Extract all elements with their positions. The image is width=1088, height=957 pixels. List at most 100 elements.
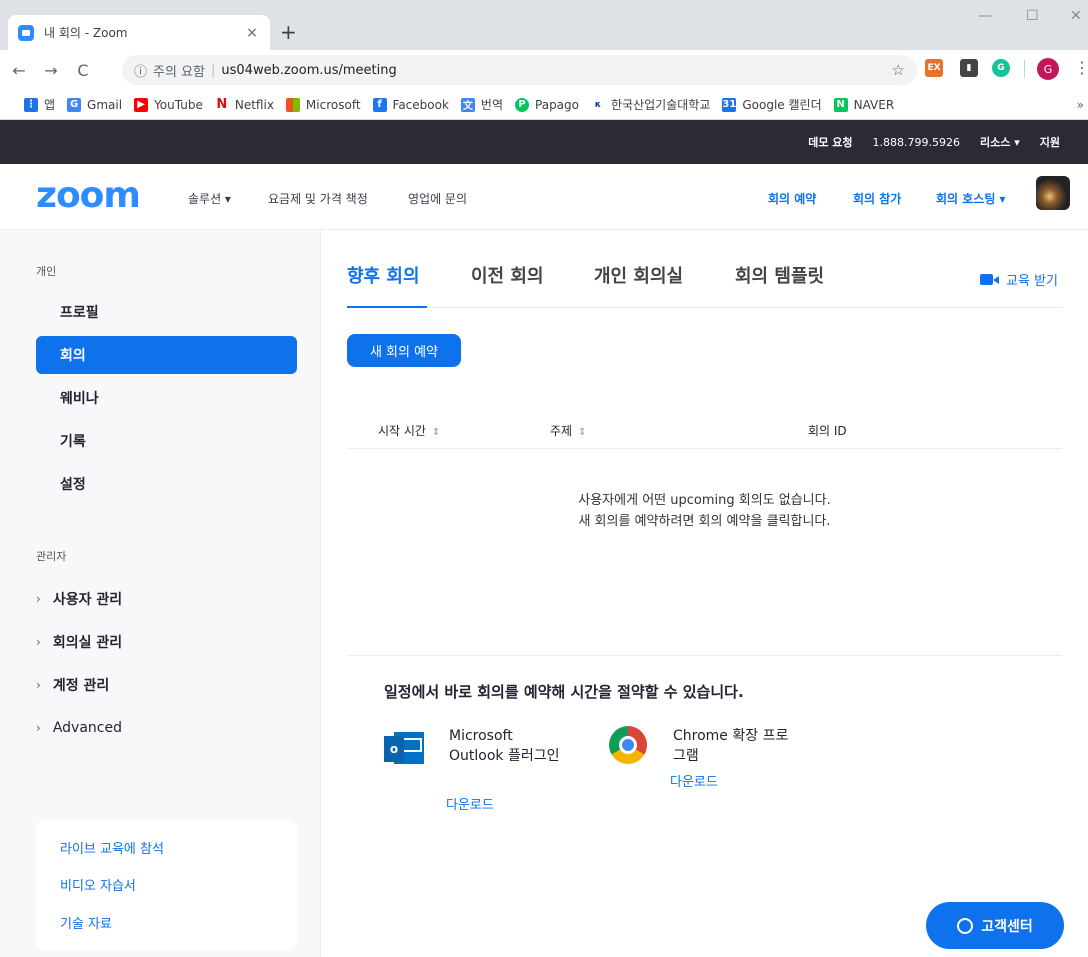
sidebar-item-room-management[interactable]: › 회의실 관리	[36, 630, 122, 654]
pricing-link[interactable]: 요금제 및 가격 책정	[268, 190, 368, 207]
join-meeting-link[interactable]: 회의 참가	[853, 190, 901, 207]
column-topic[interactable]: 주제 ⇕	[550, 422, 586, 439]
bookmark-calendar[interactable]: 31 Google 캘린더	[722, 96, 822, 113]
zoom-logo[interactable]: zoom	[36, 178, 141, 214]
chevron-right-icon: ›	[36, 635, 41, 649]
apps-grid-icon: ⋮	[24, 97, 38, 112]
sort-icon: ⇕	[431, 427, 441, 438]
maximize-icon[interactable]: ☐	[1026, 8, 1039, 24]
bookmark-label: NAVER	[853, 97, 895, 112]
new-tab-button[interactable]: +	[280, 22, 297, 42]
browser-tab-strip: 내 회의 - Zoom × + — ☐ ✕	[0, 0, 1088, 50]
tab-templates[interactable]: 회의 템플릿	[735, 262, 824, 288]
resources-menu[interactable]: 리소스 ▾	[980, 134, 1020, 150]
bookmark-youtube[interactable]: ▶ YouTube	[134, 97, 203, 112]
address-bar[interactable]: ⓘ 주의 요함 | us04web.zoom.us/meeting ☆	[122, 55, 917, 85]
menu-dots-icon[interactable]: ⋮	[1074, 58, 1088, 77]
bookmark-label: 번역	[480, 98, 504, 112]
tab-previous[interactable]: 이전 회의	[471, 262, 544, 288]
bookmark-star-icon[interactable]: ☆	[892, 61, 905, 79]
bookmark-label: YouTube	[154, 97, 203, 112]
sidebar-item-meetings[interactable]: 회의	[36, 336, 297, 374]
sidebar-item-profile[interactable]: 프로필	[36, 293, 297, 331]
microsoft-icon	[285, 97, 300, 112]
solutions-menu[interactable]: 솔루션 ▾	[188, 190, 231, 207]
extension-ex-icon[interactable]: EX	[925, 59, 943, 77]
main-content: 향후 회의 이전 회의 개인 회의실 회의 템플릿 교육 받기 새 회의 예약 …	[322, 230, 1088, 957]
bookmark-naver[interactable]: N NAVER	[833, 97, 895, 112]
video-camera-icon	[980, 274, 1000, 285]
bookmark-microsoft[interactable]: Microsoft	[285, 97, 361, 112]
forward-icon[interactable]: →	[38, 61, 64, 80]
user-avatar[interactable]	[1036, 176, 1070, 210]
outlook-download-link[interactable]: 다운로드	[446, 794, 494, 813]
security-label: 주의 요함	[153, 64, 205, 80]
netflix-icon: N	[214, 97, 229, 112]
url-text: us04web.zoom.us/meeting	[221, 62, 397, 78]
video-tutorials-link[interactable]: 비디오 자습서	[60, 875, 136, 894]
facebook-icon: f	[372, 97, 387, 112]
request-demo-link[interactable]: 데모 요청	[808, 134, 852, 150]
profile-avatar[interactable]: G	[1037, 58, 1059, 80]
sidebar-item-settings[interactable]: 설정	[36, 465, 297, 503]
help-links-box: 라이브 교육에 참석 비디오 자습서 기술 자료	[36, 820, 297, 950]
calendar-promo-title: 일정에서 바로 회의를 예약해 시간을 절약할 수 있습니다.	[384, 683, 744, 701]
google-icon: G	[67, 97, 82, 112]
column-meeting-id: 회의 ID	[808, 424, 847, 438]
tab-personal-room[interactable]: 개인 회의실	[594, 262, 683, 288]
bookmark-kpu[interactable]: κ 한국산업기술대학교	[591, 96, 710, 113]
admin-item-label: Advanced	[52, 720, 122, 736]
admin-item-label: 회의실 관리	[52, 635, 123, 651]
sidebar-item-user-management[interactable]: › 사용자 관리	[36, 587, 122, 611]
column-start-time[interactable]: 시작 시간 ⇕	[378, 422, 440, 439]
browser-tab[interactable]: 내 회의 - Zoom ×	[8, 15, 270, 50]
bookmark-label: Microsoft	[305, 97, 361, 112]
bookmark-apps[interactable]: ⋮ 앱	[24, 96, 55, 113]
close-tab-icon[interactable]: ×	[244, 25, 260, 41]
contact-sales-link[interactable]: 영업에 문의	[408, 190, 467, 207]
chevron-right-icon: ›	[36, 721, 41, 735]
bookmark-label: Netflix	[234, 97, 274, 112]
admin-item-label: 계정 관리	[52, 678, 110, 694]
host-meeting-menu[interactable]: 회의 호스팅 ▾	[936, 190, 1006, 207]
sidebar-item-webinars[interactable]: 웨비나	[36, 379, 297, 417]
support-link[interactable]: 지원	[1040, 134, 1060, 150]
bookmark-label: Papago	[535, 97, 579, 112]
bookmark-facebook[interactable]: f Facebook	[372, 97, 449, 112]
zoom-top-bar: 데모 요청 1.888.799.5926 리소스 ▾ 지원	[0, 120, 1088, 164]
bookmark-label: 앱	[44, 98, 56, 112]
extension-dark-icon[interactable]: ▮	[960, 59, 978, 77]
grammarly-icon[interactable]: G	[992, 59, 1010, 77]
bookmarks-bar: ⋮ 앱 G Gmail ▶ YouTube N Netflix Microsoft fF…	[0, 90, 1088, 120]
bookmarks-overflow-icon[interactable]: »	[1077, 98, 1084, 112]
info-icon[interactable]: ⓘ	[134, 61, 147, 80]
tab-upcoming[interactable]: 향후 회의	[347, 262, 420, 288]
zoom-favicon-icon	[18, 24, 34, 41]
chrome-download-link[interactable]: 다운로드	[670, 771, 718, 790]
schedule-new-meeting-button[interactable]: 새 회의 예약	[347, 334, 461, 367]
get-training-link[interactable]: 교육 받기	[980, 270, 1058, 289]
training-label: 교육 받기	[1006, 274, 1058, 289]
table-header-divider	[347, 448, 1062, 449]
live-training-link[interactable]: 라이브 교육에 참석	[60, 838, 164, 857]
knowledge-base-link[interactable]: 기술 자료	[60, 913, 112, 932]
schedule-meeting-link[interactable]: 회의 예약	[768, 190, 816, 207]
phone-number[interactable]: 1.888.799.5926	[873, 136, 960, 149]
sidebar-item-account-management[interactable]: › 계정 관리	[36, 673, 109, 697]
close-window-icon[interactable]: ✕	[1070, 8, 1082, 24]
minimize-icon[interactable]: —	[978, 8, 992, 24]
bookmark-label: Google 캘린더	[742, 98, 822, 112]
bookmark-netflix[interactable]: N Netflix	[214, 97, 274, 112]
back-icon[interactable]: ←	[6, 61, 32, 80]
bookmark-label: Facebook	[392, 97, 449, 112]
help-center-label: 고객센터	[981, 918, 1033, 935]
bookmark-papago[interactable]: P Papago	[515, 97, 579, 112]
bookmark-gmail[interactable]: G Gmail	[67, 97, 122, 112]
bookmark-translate[interactable]: 文 번역	[460, 96, 504, 113]
help-center-button[interactable]: 고객센터	[926, 902, 1064, 949]
tabs-divider	[347, 307, 1062, 308]
sidebar-item-advanced[interactable]: › Advanced	[36, 716, 122, 740]
sidebar-item-recordings[interactable]: 기록	[36, 422, 297, 460]
reload-icon[interactable]: C	[70, 61, 96, 80]
section-divider	[347, 655, 1062, 656]
